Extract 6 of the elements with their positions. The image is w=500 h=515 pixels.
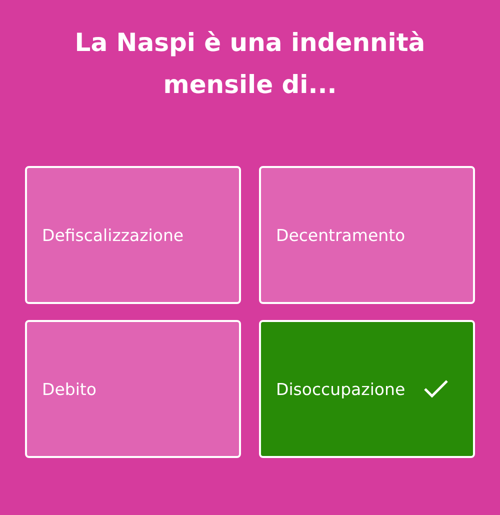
answer-option[interactable]: Disoccupazione [259, 320, 475, 458]
answer-option[interactable]: Decentramento [259, 166, 475, 304]
question-title: La Naspi è una indennità mensile di... [74, 27, 426, 101]
answer-option[interactable]: Defiscalizzazione [25, 166, 241, 304]
answer-option[interactable]: Debito [25, 320, 241, 458]
check-icon [423, 379, 449, 399]
